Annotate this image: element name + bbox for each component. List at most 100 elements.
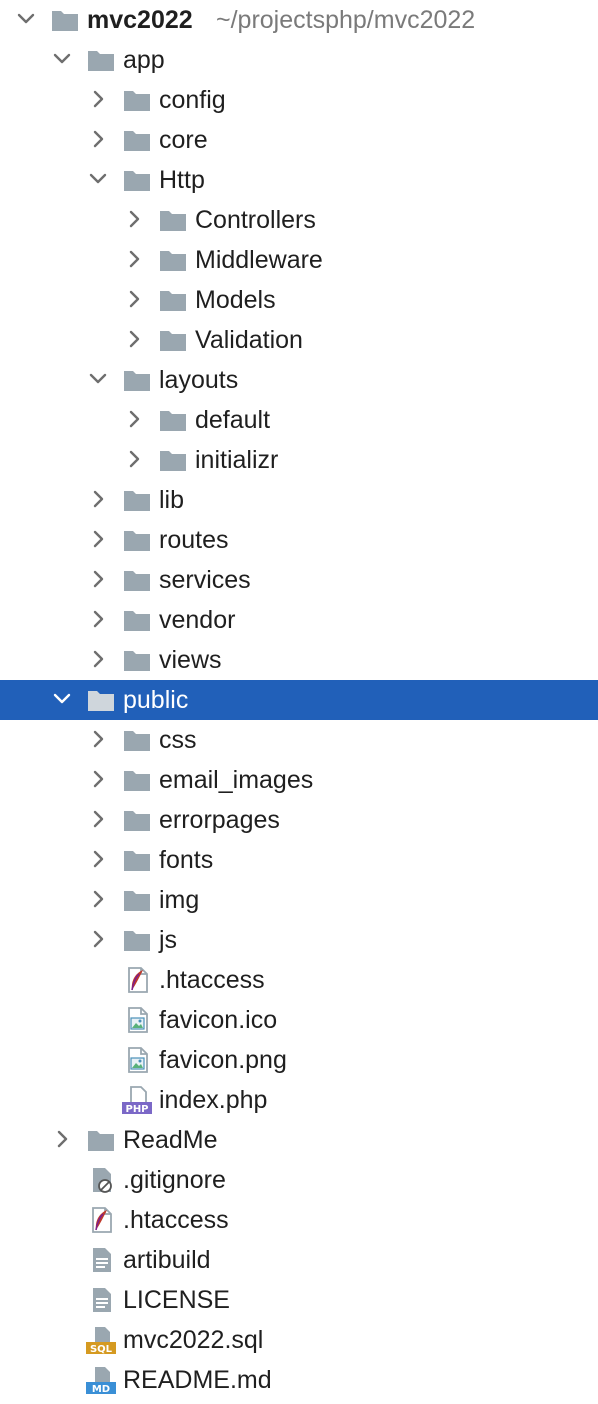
tree-row-root[interactable]: mvc2022 ~/projectsphp/mvc2022 <box>0 0 598 40</box>
folder-icon <box>122 725 152 755</box>
image-file-icon <box>122 1045 152 1075</box>
folder-label: default <box>195 406 271 434</box>
folder-label: css <box>159 726 197 754</box>
chevron-right-icon[interactable] <box>123 208 145 230</box>
tree-folder-row[interactable]: app <box>0 40 598 80</box>
folder-label: layouts <box>159 366 239 394</box>
tree-folder-row[interactable]: initializr <box>0 440 598 480</box>
folder-icon <box>86 1125 116 1155</box>
tree-folder-row[interactable]: core <box>0 120 598 160</box>
markdown-file-icon: MD <box>86 1365 116 1395</box>
folder-label: Validation <box>195 326 303 354</box>
tree-folder-row[interactable]: config <box>0 80 598 120</box>
php-file-icon: PHP <box>122 1085 152 1115</box>
chevron-right-icon[interactable] <box>87 728 109 750</box>
image-file-icon <box>122 1005 152 1035</box>
folder-label: js <box>159 926 178 954</box>
file-label: mvc2022.sql <box>123 1326 264 1354</box>
tree-folder-row[interactable]: default <box>0 400 598 440</box>
tree-file-row[interactable]: MD README.md <box>0 1360 598 1400</box>
tree-folder-row[interactable]: views <box>0 640 598 680</box>
chevron-right-icon[interactable] <box>87 808 109 830</box>
tree-folder-row[interactable]: Controllers <box>0 200 598 240</box>
tree-folder-row[interactable]: public <box>0 680 598 720</box>
chevron-down-icon[interactable] <box>51 48 73 70</box>
tree-folder-row[interactable]: Validation <box>0 320 598 360</box>
tree-file-row[interactable]: .htaccess <box>0 1200 598 1240</box>
chevron-right-icon[interactable] <box>87 928 109 950</box>
tree-folder-row[interactable]: fonts <box>0 840 598 880</box>
folder-icon <box>122 805 152 835</box>
chevron-right-icon[interactable] <box>51 1128 73 1150</box>
tree-folder-row[interactable]: routes <box>0 520 598 560</box>
folder-icon <box>122 605 152 635</box>
tree-file-row[interactable]: .htaccess <box>0 960 598 1000</box>
tree-file-row[interactable]: artibuild <box>0 1240 598 1280</box>
tree-file-row[interactable]: SQL mvc2022.sql <box>0 1320 598 1360</box>
folder-label: fonts <box>159 846 214 874</box>
chevron-right-icon[interactable] <box>87 528 109 550</box>
chevron-down-icon[interactable] <box>15 8 37 30</box>
tree-folder-row[interactable]: ReadMe <box>0 1120 598 1160</box>
folder-label: Controllers <box>195 206 316 234</box>
svg-text:SQL: SQL <box>90 1344 113 1355</box>
tree-folder-row[interactable]: Models <box>0 280 598 320</box>
sql-file-icon: SQL <box>86 1325 116 1355</box>
chevron-right-icon[interactable] <box>123 448 145 470</box>
folder-label: lib <box>159 486 185 514</box>
tree-file-row[interactable]: LICENSE <box>0 1280 598 1320</box>
folder-label: views <box>159 646 222 674</box>
tree-folder-row[interactable]: email_images <box>0 760 598 800</box>
folder-label: email_images <box>159 766 314 794</box>
file-label: favicon.png <box>159 1046 287 1074</box>
tree-folder-row[interactable]: errorpages <box>0 800 598 840</box>
tree-folder-row[interactable]: js <box>0 920 598 960</box>
file-label: .gitignore <box>123 1166 226 1194</box>
chevron-right-icon[interactable] <box>87 88 109 110</box>
folder-icon <box>122 365 152 395</box>
tree-file-row[interactable]: favicon.png <box>0 1040 598 1080</box>
folder-icon <box>158 245 188 275</box>
folder-label: routes <box>159 526 229 554</box>
tree-folder-row[interactable]: Http <box>0 160 598 200</box>
folder-icon <box>122 85 152 115</box>
chevron-down-icon[interactable] <box>87 168 109 190</box>
folder-label: img <box>159 886 200 914</box>
tree-folder-row[interactable]: vendor <box>0 600 598 640</box>
folder-icon <box>122 485 152 515</box>
chevron-right-icon[interactable] <box>87 648 109 670</box>
tree-folder-row[interactable]: services <box>0 560 598 600</box>
tree-folder-row[interactable]: Middleware <box>0 240 598 280</box>
chevron-right-icon[interactable] <box>87 128 109 150</box>
tree-file-row[interactable]: PHP index.php <box>0 1080 598 1120</box>
folder-icon <box>158 205 188 235</box>
chevron-right-icon[interactable] <box>123 248 145 270</box>
tree-file-row[interactable]: .gitignore <box>0 1160 598 1200</box>
chevron-right-icon[interactable] <box>87 568 109 590</box>
tree-folder-row[interactable]: layouts <box>0 360 598 400</box>
folder-icon <box>122 165 152 195</box>
chevron-right-icon[interactable] <box>87 488 109 510</box>
chevron-right-icon[interactable] <box>87 608 109 630</box>
apache-feather-icon <box>122 965 152 995</box>
file-label: artibuild <box>123 1246 211 1274</box>
tree-folder-row[interactable]: css <box>0 720 598 760</box>
chevron-down-icon[interactable] <box>87 368 109 390</box>
chevron-right-icon[interactable] <box>87 848 109 870</box>
folder-icon <box>122 525 152 555</box>
tree-file-row[interactable]: favicon.ico <box>0 1000 598 1040</box>
folder-label: vendor <box>159 606 236 634</box>
tree-folder-row[interactable]: lib <box>0 480 598 520</box>
project-tree: mvc2022 ~/projectsphp/mvc2022 app config c… <box>0 0 598 1404</box>
folder-label: errorpages <box>159 806 280 834</box>
chevron-right-icon[interactable] <box>123 408 145 430</box>
chevron-down-icon[interactable] <box>51 688 73 710</box>
chevron-right-icon[interactable] <box>123 328 145 350</box>
chevron-right-icon[interactable] <box>123 288 145 310</box>
file-label: .htaccess <box>123 1206 229 1234</box>
folder-icon <box>122 125 152 155</box>
chevron-right-icon[interactable] <box>87 888 109 910</box>
folder-icon <box>158 405 188 435</box>
tree-folder-row[interactable]: img <box>0 880 598 920</box>
chevron-right-icon[interactable] <box>87 768 109 790</box>
